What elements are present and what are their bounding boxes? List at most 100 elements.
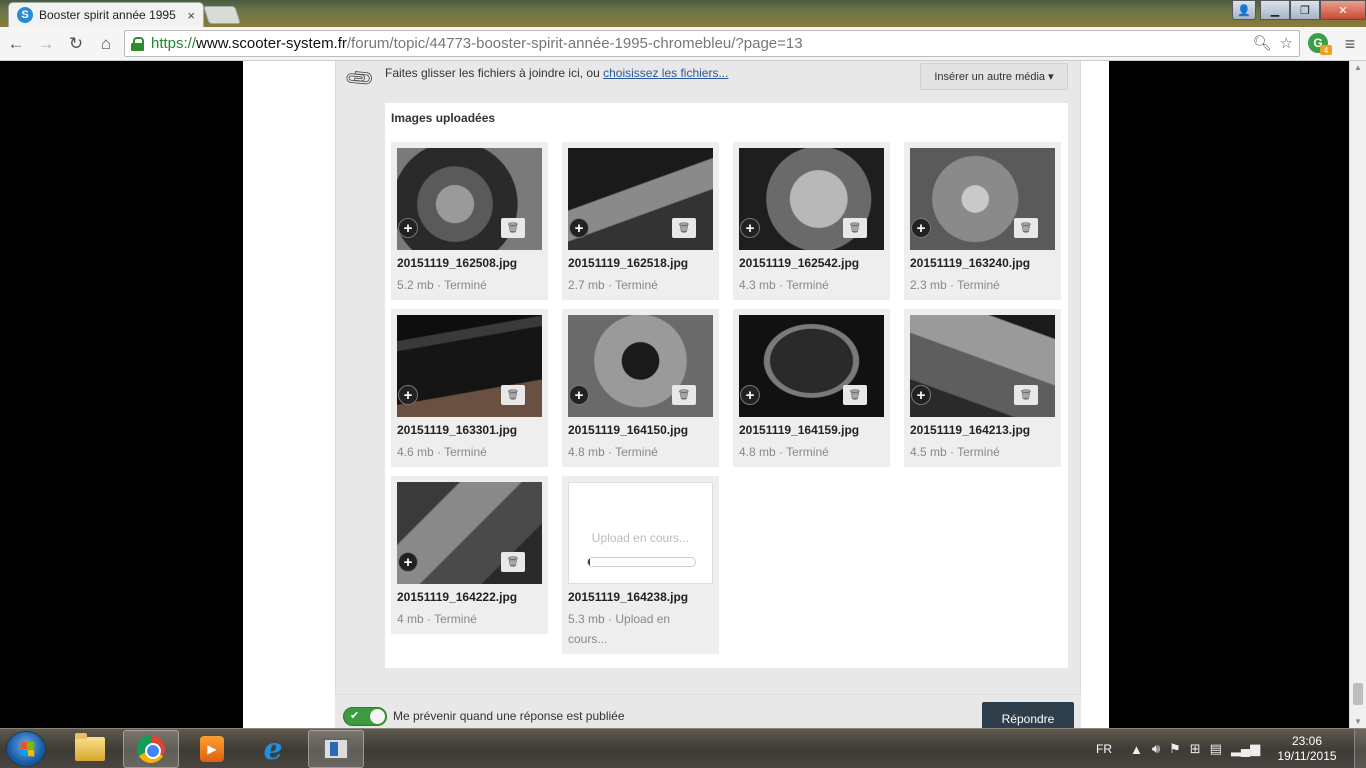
bookmark-star-icon[interactable]: ☆ <box>1280 34 1293 52</box>
file-meta: 4.8 mb · Terminé <box>739 445 829 459</box>
file-name: 20151119_164159.jpg <box>739 423 860 437</box>
upload-card: + 🗑︎ 20151119_164213.jpg 4.5 mb · Termin… <box>904 309 1061 467</box>
trash-icon[interactable]: 🗑︎ <box>1014 218 1038 238</box>
taskbar-chrome[interactable] <box>123 730 179 768</box>
user-profile-icon[interactable]: 👤 <box>1232 0 1256 20</box>
scrollbar-thumb[interactable] <box>1353 683 1363 705</box>
insert-image-icon[interactable]: + <box>398 552 418 572</box>
start-button[interactable] <box>6 731 46 767</box>
menu-icon[interactable]: ≡ <box>1340 34 1360 54</box>
taskbar-ie[interactable]: e <box>245 730 301 768</box>
language-indicator[interactable]: FR <box>1096 742 1112 756</box>
upload-progress-label: Upload en cours... <box>591 531 690 545</box>
uploaded-images-panel: Images uploadées + 🗑︎ 20151119_162508.jp… <box>385 103 1068 668</box>
insert-media-button[interactable]: Insérer un autre média ▾ <box>920 63 1068 90</box>
window-controls: 👤 ▁ ❐ ✕ <box>1232 0 1366 20</box>
taskbar-app[interactable] <box>308 730 364 768</box>
upload-card: + 🗑︎ 20151119_164150.jpg 4.8 mb · Termin… <box>562 309 719 467</box>
file-meta: 4.6 mb · Terminé <box>397 445 487 459</box>
extension-badge: 4 <box>1320 45 1332 55</box>
tab-title: Booster spirit année 1995 <box>39 8 176 22</box>
minimize-button[interactable]: ▁ <box>1260 0 1290 20</box>
back-icon[interactable]: ← <box>2 30 30 58</box>
scroll-down-icon[interactable]: ▼ <box>1354 717 1362 726</box>
file-name: 20151119_163240.jpg <box>910 256 1031 270</box>
trash-icon[interactable]: 🗑︎ <box>843 218 867 238</box>
url-text[interactable]: https://www.scooter-system.fr/forum/topi… <box>151 35 803 52</box>
file-name: 20151119_164222.jpg <box>397 590 518 604</box>
tray-expand-icon[interactable]: ▲ <box>1130 742 1143 757</box>
choose-files-link[interactable]: choisissez les fichiers... <box>603 66 728 80</box>
network-icon[interactable]: ▂▄▆ <box>1231 741 1260 757</box>
scroll-up-icon[interactable]: ▲ <box>1354 63 1362 72</box>
file-meta: 5.2 mb · Terminé <box>397 278 487 292</box>
file-meta: 4.8 mb · Terminé <box>568 445 658 459</box>
insert-image-icon[interactable]: + <box>398 218 418 238</box>
file-name: 20151119_164238.jpg <box>568 590 689 604</box>
zoom-icon[interactable]: 🔍︎ <box>1253 34 1272 52</box>
tab-close-icon[interactable]: × <box>187 8 195 23</box>
upload-progress-bar <box>587 557 696 567</box>
file-meta: 2.3 mb · Terminé <box>910 278 1000 292</box>
clock[interactable]: 23:06 19/11/2015 <box>1272 734 1342 764</box>
browser-tab[interactable]: S Booster spirit année 1995 × <box>8 2 204 27</box>
reload-icon[interactable]: ↻ <box>62 30 90 58</box>
upload-card: + 🗑︎ 20151119_162542.jpg 4.3 mb · Termin… <box>733 142 890 300</box>
address-bar[interactable]: https://www.scooter-system.fr/forum/topi… <box>124 30 1300 57</box>
insert-image-icon[interactable]: + <box>911 218 931 238</box>
home-icon[interactable]: ⌂ <box>92 30 120 58</box>
taskbar-explorer[interactable] <box>62 730 118 768</box>
insert-image-icon[interactable]: + <box>740 218 760 238</box>
maximize-button[interactable]: ❐ <box>1290 0 1320 20</box>
lock-icon <box>131 36 144 51</box>
upload-card: + 🗑︎ 20151119_164159.jpg 4.8 mb · Termin… <box>733 309 890 467</box>
trash-icon[interactable]: 🗑︎ <box>501 552 525 572</box>
upload-card: + 🗑︎ 20151119_163240.jpg 2.3 mb · Termin… <box>904 142 1061 300</box>
file-meta: 4.3 mb · Terminé <box>739 278 829 292</box>
new-tab-button[interactable] <box>203 6 241 24</box>
file-meta: 2.7 mb · Terminé <box>568 278 658 292</box>
page-viewport: 📎︎ Faites glisser les fichiers à joindre… <box>0 61 1366 728</box>
chrome-icon <box>137 735 165 763</box>
insert-image-icon[interactable]: + <box>569 218 589 238</box>
media-player-icon: ▶ <box>200 736 224 762</box>
file-name: 20151119_163301.jpg <box>397 423 518 437</box>
insert-image-icon[interactable]: + <box>569 385 589 405</box>
volume-icon[interactable]: 🔊︎ <box>1152 741 1160 757</box>
attach-instructions: Faites glisser les fichiers à joindre ic… <box>385 66 729 80</box>
insert-image-icon[interactable]: + <box>740 385 760 405</box>
forward-icon[interactable]: → <box>32 30 60 58</box>
toggle-knob <box>370 709 385 724</box>
trash-icon[interactable]: 🗑︎ <box>672 385 696 405</box>
reply-footer: ✔ Me prévenir quand une réponse est publ… <box>335 694 1081 728</box>
taskbar-media-player[interactable]: ▶ <box>184 730 240 768</box>
trash-icon[interactable]: 🗑︎ <box>843 385 867 405</box>
trash-icon[interactable]: 🗑︎ <box>1014 385 1038 405</box>
internet-explorer-icon: e <box>263 731 283 767</box>
page-content: 📎︎ Faites glisser les fichiers à joindre… <box>243 61 1109 728</box>
close-window-button[interactable]: ✕ <box>1320 0 1366 20</box>
notify-toggle[interactable]: ✔ <box>343 707 387 726</box>
monitor-icon <box>323 738 349 760</box>
action-center-flag-icon[interactable]: ⚑ <box>1169 741 1181 757</box>
upload-card: + 🗑︎ 20151119_163301.jpg 4.6 mb · Termin… <box>391 309 548 467</box>
show-desktop-button[interactable] <box>1354 729 1366 768</box>
page-scrollbar[interactable]: ▲ ▼ <box>1349 61 1366 728</box>
windows-icon[interactable]: ⊞ <box>1190 741 1201 757</box>
browser-toolbar: ← → ↻ ⌂ https://www.scooter-system.fr/fo… <box>0 27 1366 61</box>
reply-button[interactable]: Répondre <box>982 702 1074 728</box>
power-icon[interactable]: ▤ <box>1210 741 1222 757</box>
upload-card: + 🗑︎ 20151119_162508.jpg 5.2 mb · Termin… <box>391 142 548 300</box>
insert-image-icon[interactable]: + <box>398 385 418 405</box>
clock-time: 23:06 <box>1291 734 1323 748</box>
insert-image-icon[interactable]: + <box>911 385 931 405</box>
upload-progress-fill <box>588 558 591 566</box>
file-meta: 4.5 mb · Terminé <box>910 445 1000 459</box>
trash-icon[interactable]: 🗑︎ <box>501 218 525 238</box>
system-tray: FR ▲ 🔊︎ ⚑ ⊞ ▤ ▂▄▆ <box>1096 729 1269 768</box>
trash-icon[interactable]: 🗑︎ <box>672 218 696 238</box>
upload-card-pending: Upload en cours... 20151119_164238.jpg 5… <box>562 476 719 654</box>
trash-icon[interactable]: 🗑︎ <box>501 385 525 405</box>
windows-logo-icon <box>20 741 35 757</box>
clock-date: 19/11/2015 <box>1277 749 1337 763</box>
